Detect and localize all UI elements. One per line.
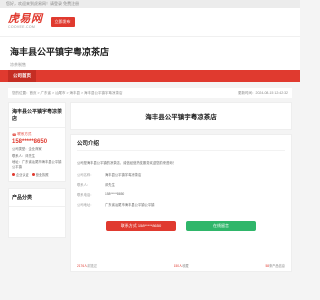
phone-icon: ☎ xyxy=(12,132,17,137)
contact-phone[interactable]: 158*****8650 xyxy=(12,139,62,145)
detail-row: 公司名称： 海丰县公平镇宇粤凉茶店 xyxy=(77,172,285,177)
top-welcome-bar: 您好，欢迎来到虎易网！请登录 免费注册 xyxy=(0,0,300,8)
main-panel: 海丰县公平镇宇粤凉茶店 公司介绍 公司是海丰县公平镇的凉茶店，诚信经营热忱服务欢… xyxy=(70,102,292,272)
detail-value: 海丰县公平镇宇粤凉茶店 xyxy=(105,173,142,177)
contact-label-text: 联系方式 xyxy=(17,132,32,136)
intro-text: 公司是海丰县公平镇的凉茶店，诚信经营热忱服务欢迎您前来咨询！ xyxy=(77,161,176,165)
call-button[interactable]: 联系方式 158*****8650 xyxy=(106,221,176,231)
product-categories: 产品分类 xyxy=(8,188,66,238)
contact-actions: 联系方式 158*****8650 在线留言 xyxy=(77,221,285,231)
sidebar-title: 海丰县公平镇宇粤凉茶店 xyxy=(9,103,65,128)
stat-value: 150人 xyxy=(173,264,183,268)
company-tag: 凉茶制售 xyxy=(10,62,26,67)
logo-subtext: COOVEE.COM xyxy=(8,25,36,30)
company-details: 公司名称： 海丰县公平镇宇粤凉茶店 联系人： 邓先生 联系电话： 158*****86… xyxy=(77,172,285,207)
detail-row: 公司地址： 广东省汕尾市海丰县公平镇公平镇 xyxy=(77,202,285,207)
content-area: 海丰县公平镇宇粤凉茶店 ☎ 联系方式 158*****8650 公司类型：企业商… xyxy=(8,102,292,272)
main-title: 海丰县公平镇宇粤凉茶店 xyxy=(70,102,292,130)
badge-enterprise: 企业认证 xyxy=(12,172,29,177)
welcome-text: 您好，欢迎来到虎易网！请登录 免费注册 xyxy=(6,1,80,6)
detail-row: 联系人： 邓先生 xyxy=(77,182,285,187)
detail-value: 158*****8650 xyxy=(105,192,125,196)
stat-views: 2176人浏览过 xyxy=(77,263,97,268)
site-header: 虎易网 COOVEE.COM 立即发布 xyxy=(0,8,300,36)
breadcrumb-path[interactable]: 您的位置：首页 > 广东省 > 汕尾市 > 海丰县 > 海丰县公平镇宇粤凉茶店 xyxy=(12,91,122,96)
company-intro: 公司介绍 公司是海丰县公平镇的凉茶店，诚信经营热忱服务欢迎您前来咨询！ 公司名称… xyxy=(70,134,292,272)
intro-heading: 公司介绍 xyxy=(77,139,285,151)
badge-label: 营业执照 xyxy=(35,173,49,177)
logo-text: 虎易网 xyxy=(8,13,43,26)
sidebar: 海丰县公平镇宇粤凉茶店 ☎ 联系方式 158*****8650 公司类型：企业商… xyxy=(8,102,66,272)
product-list xyxy=(9,207,65,237)
breadcrumb: 您的位置：首页 > 广东省 > 汕尾市 > 海丰县 > 海丰县公平镇宇粤凉茶店 … xyxy=(8,88,292,98)
site-logo[interactable]: 虎易网 COOVEE.COM xyxy=(8,14,43,30)
detail-row: 联系电话： 158*****8650 xyxy=(77,192,285,197)
detail-value: 邓先生 xyxy=(105,183,115,187)
badge-license: 营业执照 xyxy=(31,172,49,177)
nav-item-home[interactable]: 公司首页 xyxy=(8,70,36,82)
stat-favorites: 150人收藏 xyxy=(174,263,189,268)
company-name: 海丰县公平镇宇粤凉茶店 xyxy=(10,47,110,57)
detail-key: 公司地址： xyxy=(77,203,94,207)
contact-card: 海丰县公平镇宇粤凉茶店 ☎ 联系方式 158*****8650 公司类型：企业商… xyxy=(8,102,66,182)
contact-label: ☎ 联系方式 xyxy=(12,132,62,137)
company-header: 海丰县公平镇宇粤凉茶店 凉茶制售 xyxy=(0,36,300,70)
verification-badges: 企业认证 营业执照 xyxy=(12,172,62,177)
detail-key: 公司名称： xyxy=(77,173,94,177)
stat-label: 条产品信息 xyxy=(269,264,285,268)
badge-label: 企业认证 xyxy=(16,173,29,177)
message-button[interactable]: 在线留言 xyxy=(186,221,256,231)
detail-value: 广东省汕尾市海丰县公平镇公平镇 xyxy=(105,203,155,207)
stat-products: 58条产品信息 xyxy=(266,263,285,268)
license-icon xyxy=(31,173,35,176)
company-type: 公司类型：企业商家 xyxy=(12,147,42,151)
products-title: 产品分类 xyxy=(9,189,65,207)
company-stats: 2176人浏览过 150人收藏 58条产品信息 xyxy=(77,263,285,268)
detail-key: 联系人： xyxy=(77,183,91,187)
company-address: 地址：广东省汕尾市海丰县公平镇公平镇 xyxy=(12,160,62,169)
contact-person: 联系人：邓先生 xyxy=(12,153,36,158)
stat-value: 2176人 xyxy=(77,264,88,268)
main-nav: 公司首页 xyxy=(0,70,300,82)
stat-label: 浏览过 xyxy=(87,264,97,268)
update-time: 更新时间：2024-08-15 12:42:32 xyxy=(238,90,288,95)
publish-button[interactable]: 立即发布 xyxy=(50,17,75,27)
stat-label: 收藏 xyxy=(182,264,189,268)
verified-icon xyxy=(12,173,15,176)
detail-key: 联系电话： xyxy=(77,193,94,197)
